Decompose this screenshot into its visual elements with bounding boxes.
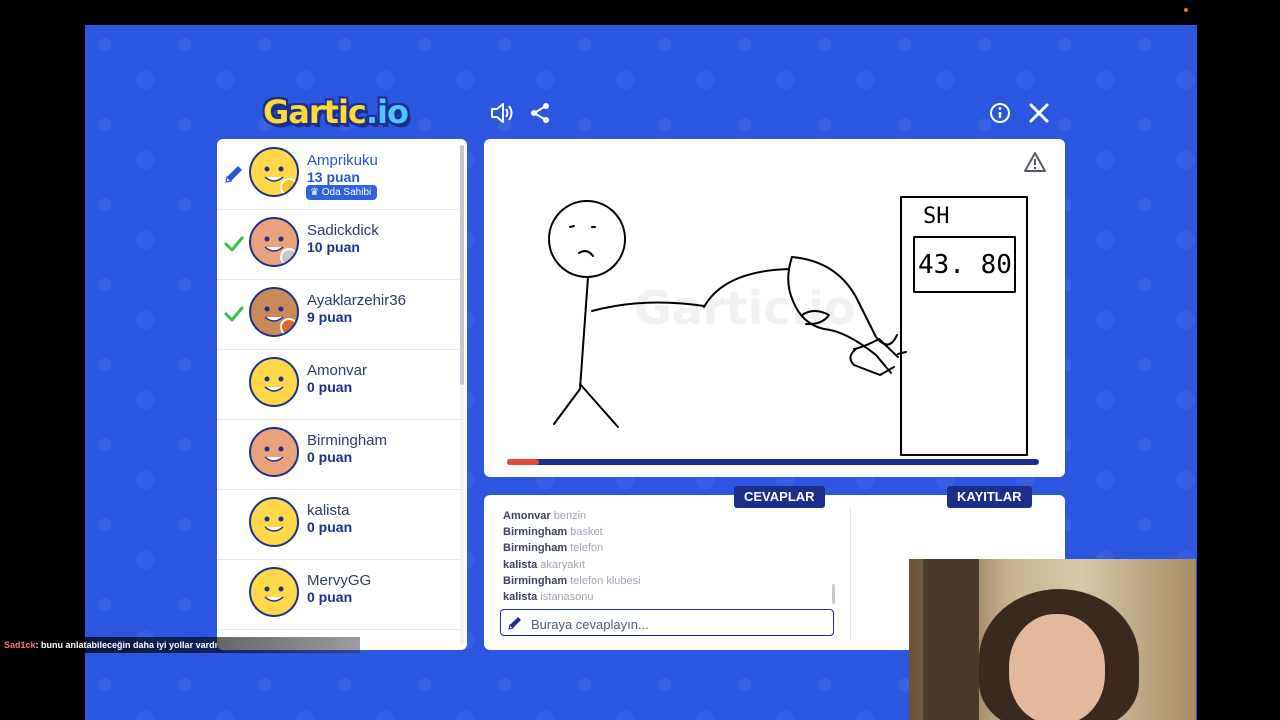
- player-name: Amonvar: [307, 362, 368, 379]
- player-row[interactable]: Birmingham 0 puan: [217, 419, 461, 490]
- chat-message: kalista istanasonu: [503, 591, 594, 603]
- player-name: kalista: [307, 502, 350, 519]
- player-row[interactable]: Ayaklarzehir36 9 puan: [217, 279, 461, 350]
- status-dot: [280, 318, 297, 335]
- check-icon: [223, 303, 245, 325]
- check-icon: [223, 233, 245, 255]
- player-name: Birmingham: [307, 432, 388, 449]
- player-row[interactable]: kalista 0 puan: [217, 489, 461, 560]
- timer-bar-fill: [507, 459, 539, 465]
- player-row[interactable]: Amonvar 0 puan: [217, 349, 461, 420]
- player-row[interactable]: MervyGG 0 puan: [217, 559, 461, 630]
- chat-message: Birmingham telefon klubesi: [503, 574, 641, 587]
- answer-input[interactable]: [529, 613, 829, 635]
- player-score: 9 puan: [307, 309, 353, 325]
- status-dot: [280, 178, 297, 195]
- pump-sign-text: SH: [923, 204, 950, 229]
- player-row[interactable]: Sadickdick 10 puan: [217, 209, 461, 280]
- close-icon[interactable]: [1025, 99, 1053, 127]
- stream-chat-user: Sad1ck: [4, 640, 36, 650]
- room-owner-badge: ♛ Oda Sahibi: [306, 185, 378, 200]
- stream-chat-message: : bunu anlatabileceğin daha iyi yollar v…: [35, 640, 218, 650]
- chat-message: kalista akaryakıt: [503, 558, 585, 571]
- chat-message: Birmingham basket: [503, 526, 603, 539]
- status-dot: [280, 248, 297, 265]
- chat-message: Amonvar benzin: [503, 510, 587, 522]
- player-score: 0 puan: [307, 519, 353, 535]
- avatar: [249, 567, 299, 617]
- drawing-canvas[interactable]: Gartic.io SH 43. 80: [484, 139, 1065, 477]
- recording-dot: [1184, 8, 1188, 12]
- pencil-icon: [508, 617, 521, 630]
- avatar: [249, 217, 299, 267]
- avatar: [249, 287, 299, 337]
- sound-icon[interactable]: [488, 99, 516, 127]
- timer-bar: [507, 459, 1039, 465]
- report-warning-icon[interactable]: [1021, 148, 1049, 176]
- tab-logs[interactable]: KAYITLAR: [947, 486, 1032, 508]
- answer-field[interactable]: [500, 609, 834, 636]
- svg-text:Gartic.io: Gartic.io: [634, 281, 855, 335]
- pencil-icon: [223, 163, 245, 185]
- tab-answers[interactable]: CEVAPLAR: [734, 486, 825, 508]
- answers-scroll-thumb[interactable]: [832, 584, 835, 604]
- player-row[interactable]: Amprikuku 13 puan ♛ Oda Sahibi: [217, 139, 461, 210]
- fuel-pump: [900, 196, 1028, 456]
- gartic-logo: Gartic.io: [263, 93, 409, 131]
- player-score: 13 puan: [307, 169, 360, 185]
- player-score: 0 puan: [307, 589, 353, 605]
- player-list: Amprikuku 13 puan ♛ Oda Sahibi Sadickdick 10…: [217, 139, 467, 650]
- player-name: Ayaklarzehir36: [307, 292, 406, 309]
- avatar: [249, 357, 299, 407]
- webcam-overlay: [909, 559, 1196, 720]
- player-name: Sadickdick: [307, 222, 379, 239]
- player-score: 10 puan: [307, 239, 360, 255]
- avatar: [249, 497, 299, 547]
- stream-chat-overlay: Sad1ck: bunu anlatabileceğin daha iyi yo…: [0, 637, 360, 653]
- player-name: MervyGG: [307, 572, 372, 589]
- player-score: 0 puan: [307, 379, 353, 395]
- chat-message: Birmingham telefon: [503, 542, 604, 555]
- avatar: [249, 147, 299, 197]
- info-icon[interactable]: [986, 99, 1014, 127]
- player-score: 0 puan: [307, 449, 353, 465]
- player-name: Amprikuku: [307, 152, 378, 169]
- pump-price-text: 43. 80: [918, 250, 1012, 280]
- share-icon[interactable]: [526, 99, 554, 127]
- avatar: [249, 427, 299, 477]
- chat-divider: [850, 507, 851, 640]
